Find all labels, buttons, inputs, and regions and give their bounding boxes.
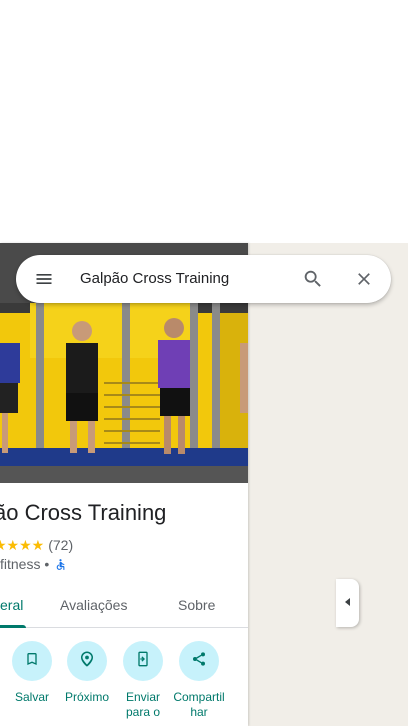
tab-bar: eral Avaliações Sobre [0,583,248,628]
search-input[interactable]: Galpão Cross Training [80,270,229,287]
star-rating: ★★★★ [0,536,45,553]
place-category[interactable]: fitness • [0,556,49,572]
search-icon[interactable] [302,268,324,290]
tab-reviews[interactable]: Avaliações [60,597,127,613]
map-canvas[interactable] [248,243,408,726]
save-button[interactable]: Salvar [3,641,61,705]
share-icon [191,651,207,672]
place-title: ão Cross Training [0,500,167,525]
action-buttons: Salvar Próximo Enviar para o Compartilha… [0,641,248,726]
share-label: Compartilhar [173,690,225,719]
search-box[interactable]: Galpão Cross Training [16,255,391,303]
chevron-left-icon [343,594,353,612]
send-to-phone-button[interactable]: Enviar para o [113,641,173,720]
send-to-phone-label: Enviar para o [125,690,161,719]
rating-row[interactable]: ★★★★ (72) [0,536,73,554]
nearby-label: Próximo [64,690,109,704]
nearby-button[interactable]: Próximo [58,641,116,705]
tab-active-indicator [0,625,26,628]
menu-icon[interactable] [34,269,54,289]
review-count[interactable]: (72) [48,537,73,553]
category-row: fitness • [0,556,67,572]
tab-overview[interactable]: eral [0,597,23,613]
collapse-panel-button[interactable] [336,579,359,627]
send-to-phone-icon [135,650,151,673]
share-button[interactable]: Compartilhar [169,641,229,720]
nearby-icon [78,650,96,673]
save-label: Salvar [14,690,49,704]
close-icon[interactable] [354,269,374,289]
place-panel: ão Cross Training ★★★★ (72) fitness • er… [0,243,248,726]
wheelchair-icon [54,558,67,571]
tab-about[interactable]: Sobre [178,597,215,613]
bookmark-icon [24,651,40,672]
